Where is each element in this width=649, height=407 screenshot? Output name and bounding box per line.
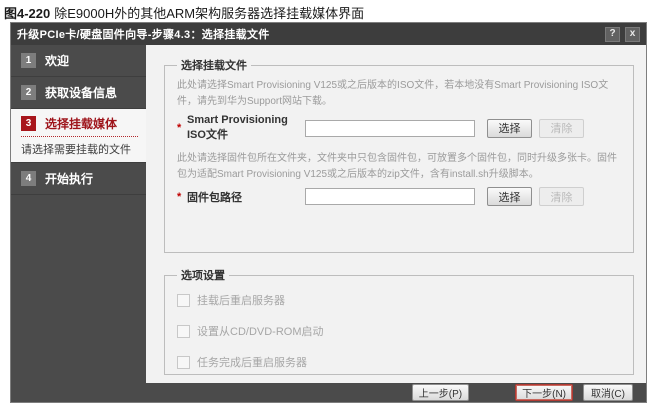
step-start-execution[interactable]: 4 开始执行 — [11, 163, 146, 195]
boot-from-cdrom-row: 设置从CD/DVD-ROM启动 — [177, 323, 623, 339]
figure-title: 除E9000H外的其他ARM架构服务器选择挂载媒体界面 — [54, 6, 364, 21]
dialog-footer: 上一步(P) 下一步(N) 取消(C) — [11, 383, 646, 402]
iso-hint-text: 此处请选择Smart Provisioning V125或之后版本的ISO文件，… — [177, 78, 623, 109]
option-settings-group: 选项设置 挂载后重启服务器 设置从CD/DVD-ROM启动 任务完成后重启服务器… — [164, 267, 634, 375]
step-get-device-info[interactable]: 2 获取设备信息 — [11, 77, 146, 109]
step-label-active: 选择挂载媒体 — [45, 115, 117, 132]
step-select-mount-media[interactable]: 3 选择挂载媒体 请选择需要挂载的文件 — [11, 109, 146, 163]
step-number-badge: 2 — [21, 85, 36, 100]
iso-file-field-row: * Smart Provisioning ISO文件 选择 清除 — [177, 114, 623, 142]
active-step-subtitle: 请选择需要挂载的文件 — [21, 141, 138, 157]
close-icon[interactable]: x — [625, 27, 640, 42]
wizard-content-panel: 选择挂载文件 此处请选择Smart Provisioning V125或之后版本… — [146, 45, 646, 383]
restart-after-task-checkbox — [177, 356, 190, 369]
wizard-steps-sidebar: 1 欢迎 2 获取设备信息 3 选择挂载媒体 请选择需要挂载的文件 4 开始执行 — [11, 45, 146, 383]
firmware-hint-text: 此处请选择固件包所在文件夹，文件夹中只包含固件包，可放置多个固件包，同时升级多张… — [177, 151, 623, 182]
mount-group-legend: 选择挂载文件 — [177, 57, 251, 73]
restart-after-mount-row: 挂载后重启服务器 — [177, 292, 623, 308]
restart-after-mount-checkbox — [177, 294, 190, 307]
boot-from-cdrom-label: 设置从CD/DVD-ROM启动 — [197, 323, 324, 339]
dialog-title: 升级PCIe卡/硬盘固件向导-步骤4.3：选择挂载文件 — [17, 26, 600, 42]
firmware-select-button[interactable]: 选择 — [487, 187, 532, 206]
help-icon[interactable]: ? — [605, 27, 620, 42]
boot-from-cdrom-checkbox — [177, 325, 190, 338]
iso-clear-button: 清除 — [539, 119, 584, 138]
firmware-path-field-row: * 固件包路径 选择 清除 — [177, 187, 623, 206]
restart-after-mount-label: 挂载后重启服务器 — [197, 292, 285, 308]
iso-file-input[interactable] — [305, 120, 475, 137]
dialog-titlebar: 升级PCIe卡/硬盘固件向导-步骤4.3：选择挂载文件 ? x — [11, 23, 646, 45]
firmware-clear-button: 清除 — [539, 187, 584, 206]
step-welcome[interactable]: 1 欢迎 — [11, 45, 146, 77]
firmware-path-input[interactable] — [305, 188, 475, 205]
step-label: 获取设备信息 — [45, 84, 117, 101]
required-mark: * — [177, 191, 187, 203]
firmware-path-label: 固件包路径 — [187, 189, 305, 205]
step-label: 开始执行 — [45, 170, 93, 187]
restart-after-task-label: 任务完成后重启服务器 — [197, 354, 307, 370]
figure-number: 图4-220 — [4, 6, 50, 21]
restart-after-task-row: 任务完成后重启服务器 — [177, 354, 623, 370]
options-group-legend: 选项设置 — [177, 267, 229, 283]
iso-file-label: Smart Provisioning ISO文件 — [187, 114, 305, 142]
next-button[interactable]: 下一步(N) — [515, 384, 573, 401]
step-label: 欢迎 — [45, 52, 69, 69]
required-mark: * — [177, 122, 187, 134]
dialog-body: 1 欢迎 2 获取设备信息 3 选择挂载媒体 请选择需要挂载的文件 4 开始执行 — [11, 45, 646, 383]
select-mount-file-group: 选择挂载文件 此处请选择Smart Provisioning V125或之后版本… — [164, 57, 634, 253]
iso-select-button[interactable]: 选择 — [487, 119, 532, 138]
cancel-button[interactable]: 取消(C) — [583, 384, 633, 401]
step-number-badge: 3 — [21, 116, 36, 131]
upgrade-wizard-dialog: 升级PCIe卡/硬盘固件向导-步骤4.3：选择挂载文件 ? x 1 欢迎 2 获… — [10, 22, 647, 403]
step-number-badge: 4 — [21, 171, 36, 186]
step-number-badge: 1 — [21, 53, 36, 68]
figure-caption: 图4-220 除E9000H外的其他ARM架构服务器选择挂载媒体界面 — [4, 3, 364, 22]
previous-button[interactable]: 上一步(P) — [412, 384, 469, 401]
active-step-divider — [21, 136, 138, 137]
